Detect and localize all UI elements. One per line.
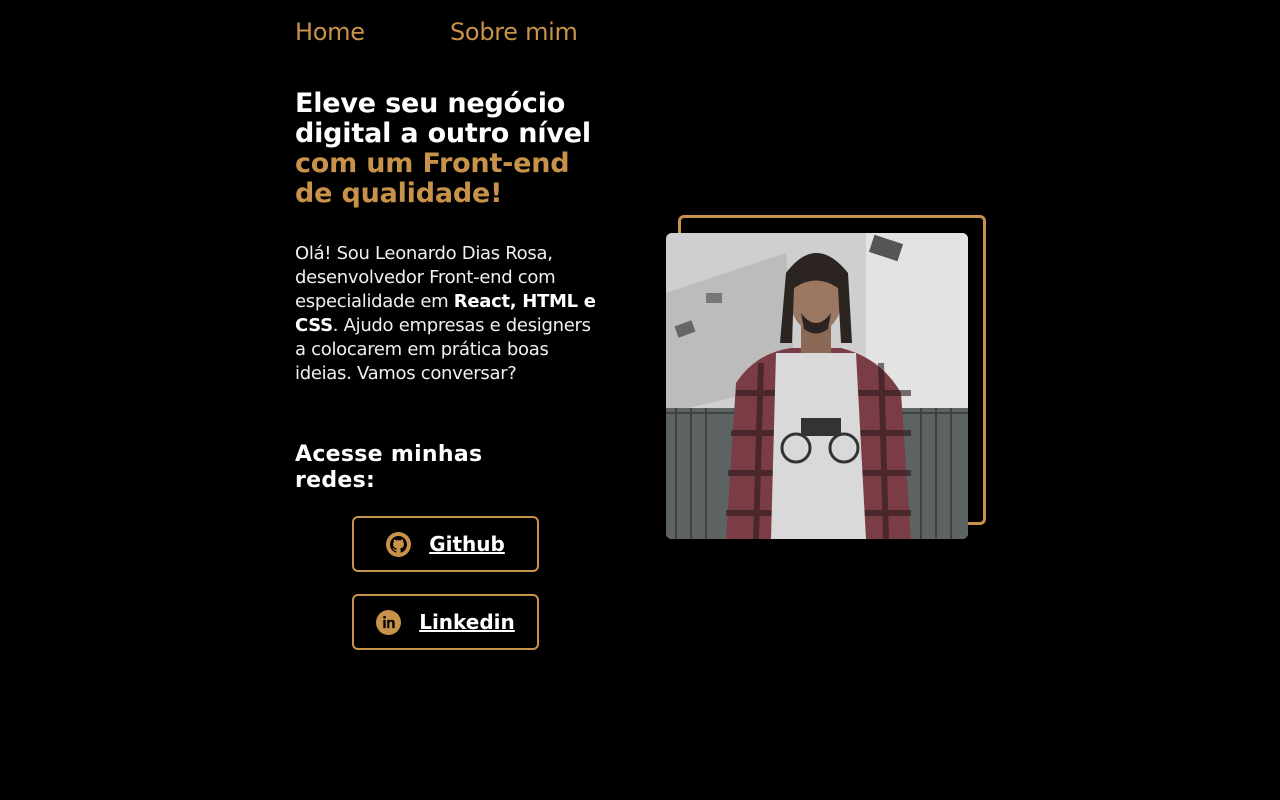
github-label: Github [429, 532, 505, 556]
headline-line-2: digital a outro nível [295, 118, 591, 149]
headline-accent-2: de qualidade! [295, 178, 503, 209]
page: Home Sobre mim Eleve seu negócio digital… [0, 0, 1280, 800]
linkedin-button[interactable]: Linkedin [352, 594, 539, 650]
nav-about-link[interactable]: Sobre mim [450, 18, 578, 46]
github-button[interactable]: Github [352, 516, 539, 572]
linkedin-icon [376, 609, 402, 635]
linkedin-label: Linkedin [419, 610, 515, 634]
headline-accent-1: com um Front-end [295, 148, 570, 179]
headline-line-1: Eleve seu negócio [295, 88, 566, 119]
intro-paragraph: Olá! Sou Leonardo Dias Rosa, desenvolved… [295, 242, 600, 386]
top-nav: Home Sobre mim [295, 18, 578, 46]
networks-title: Acesse minhas redes: [295, 442, 483, 493]
github-icon [386, 531, 412, 557]
intro-text-end: . Ajudo empresas e designers a colocarem… [295, 315, 591, 384]
nav-home-link[interactable]: Home [295, 18, 450, 46]
hero-headline: Eleve seu negócio digital a outro nível … [295, 89, 615, 209]
profile-photo [666, 233, 968, 539]
